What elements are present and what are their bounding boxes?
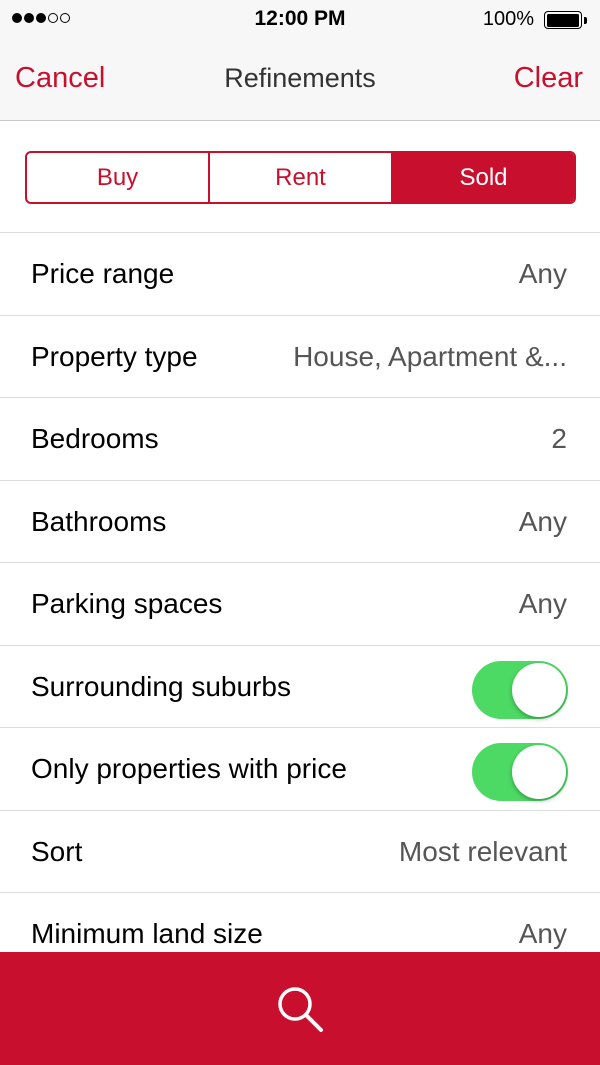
search-button[interactable]	[0, 952, 600, 1065]
row-label: Property type	[31, 340, 198, 372]
row-value: 2	[551, 423, 567, 454]
row-minimum-land-size[interactable]: Minimum land size Any	[0, 893, 600, 953]
segment-buy[interactable]: Buy	[27, 153, 208, 202]
refinements-list: Price range Any Property type House, Apa…	[0, 232, 600, 953]
row-label: Surrounding suburbs	[31, 670, 291, 702]
row-surrounding-suburbs: Surrounding suburbs	[0, 646, 600, 728]
status-bar: 12:00 PM 100%	[0, 0, 600, 40]
row-price-range[interactable]: Price range Any	[0, 233, 600, 316]
navigation-bar: Cancel Refinements Clear	[0, 40, 600, 121]
battery-icon	[544, 11, 587, 29]
row-bedrooms[interactable]: Bedrooms 2	[0, 398, 600, 481]
row-value: Any	[518, 258, 567, 289]
row-value: House, Apartment &...	[293, 340, 567, 372]
toggle-knob	[512, 662, 566, 717]
page-title: Refinements	[224, 63, 376, 93]
only-with-price-toggle[interactable]	[472, 743, 568, 801]
row-value: Any	[518, 505, 567, 537]
row-sort[interactable]: Sort Most relevant	[0, 811, 600, 893]
listing-type-segmented-control: Buy Rent Sold	[25, 151, 576, 204]
clear-button[interactable]: Clear	[514, 62, 583, 95]
row-label: Minimum land size	[31, 918, 263, 949]
search-icon	[278, 986, 323, 1032]
surrounding-suburbs-toggle[interactable]	[472, 660, 568, 719]
row-value: Any	[518, 588, 567, 619]
row-parking-spaces[interactable]: Parking spaces Any	[0, 563, 600, 646]
row-label: Bedrooms	[31, 423, 159, 454]
row-property-type[interactable]: Property type House, Apartment &...	[0, 316, 600, 398]
segment-sold[interactable]: Sold	[391, 153, 574, 202]
row-label: Price range	[31, 258, 175, 289]
row-label: Parking spaces	[31, 588, 223, 619]
row-label: Sort	[31, 835, 83, 867]
segment-rent[interactable]: Rent	[208, 153, 391, 202]
row-value: Any	[518, 918, 567, 949]
row-only-properties-with-price: Only properties with price	[0, 728, 600, 811]
row-bathrooms[interactable]: Bathrooms Any	[0, 481, 600, 563]
row-label: Bathrooms	[31, 505, 167, 537]
row-value: Most relevant	[398, 835, 567, 867]
toggle-knob	[512, 745, 566, 799]
battery-percentage: 100%	[482, 8, 534, 30]
row-label: Only properties with price	[31, 753, 347, 784]
